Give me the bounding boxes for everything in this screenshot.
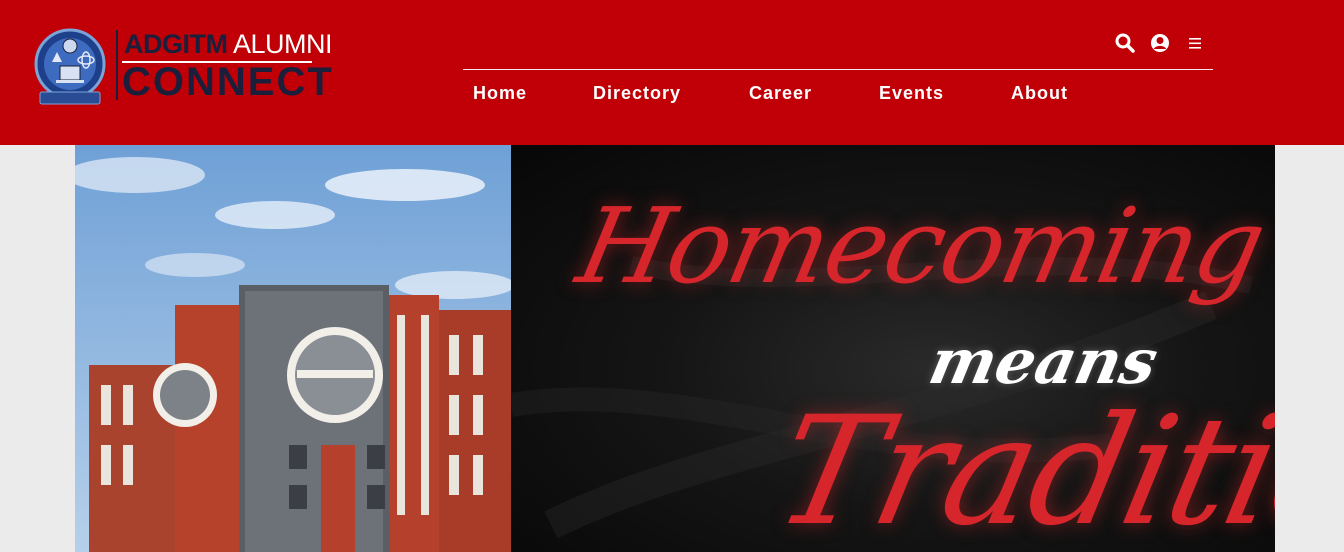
nav-separator (463, 69, 1213, 70)
logo-divider (116, 30, 118, 100)
user-circle-icon[interactable] (1149, 32, 1171, 54)
homecoming-poster: Homecoming means Tradition (511, 145, 1275, 552)
nav-item-about[interactable]: About (1011, 83, 1068, 104)
nav-item-career[interactable]: Career (749, 83, 812, 104)
menu-icon[interactable] (1184, 32, 1206, 54)
nav-item-events[interactable]: Events (879, 83, 944, 104)
nav-item-directory[interactable]: Directory (593, 83, 681, 104)
college-emblem-icon (34, 28, 106, 105)
search-icon[interactable] (1114, 32, 1136, 54)
campus-building-image (75, 145, 511, 552)
poster-text-tradition: Tradition (762, 385, 1275, 552)
hero-banner: Homecoming means Tradition (75, 145, 1275, 552)
poster-text-homecoming: Homecoming (568, 185, 1274, 307)
site-header: ADGITM ALUMNI CONNECT Home Directory Car… (0, 0, 1344, 145)
brand-title-light: ALUMNI (233, 29, 333, 59)
brand-title: ADGITM ALUMNI (124, 29, 333, 59)
nav-item-home[interactable]: Home (473, 83, 527, 104)
brand-title-bold: ADGITM (124, 29, 228, 59)
brand-subtitle: CONNECT (122, 60, 334, 104)
site-logo[interactable]: ADGITM ALUMNI CONNECT (32, 26, 333, 108)
